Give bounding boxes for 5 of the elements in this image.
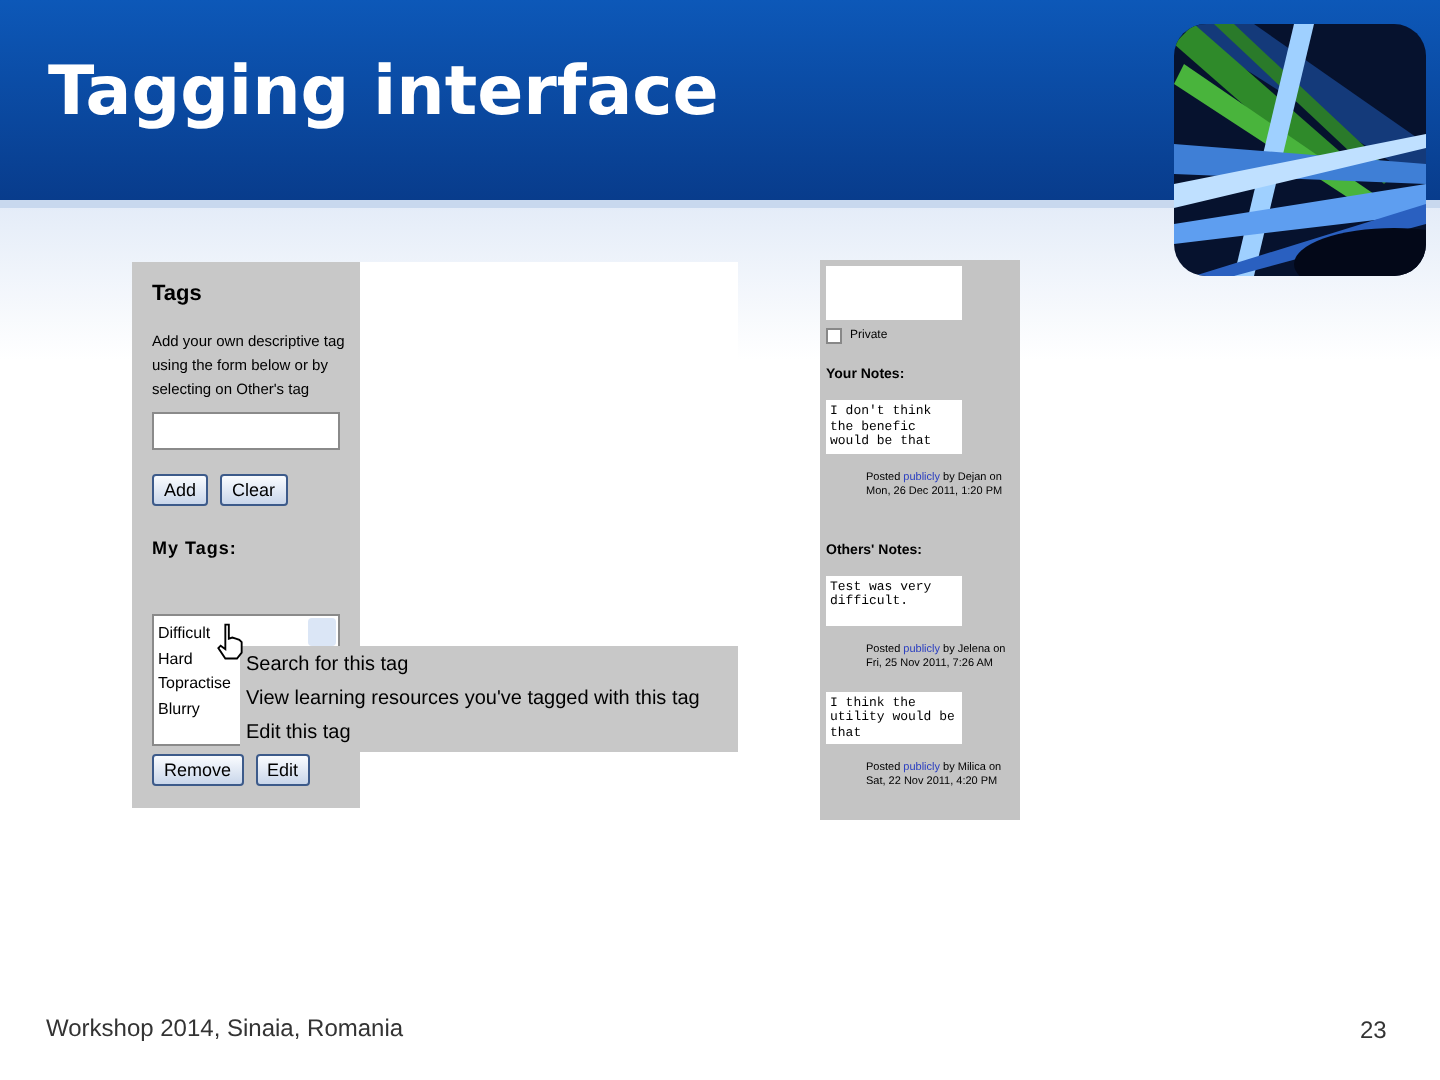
slide-title: Tagging interface	[48, 52, 719, 136]
page-number: 23	[1360, 1016, 1387, 1044]
my-tags-label: My Tags:	[152, 538, 239, 558]
footer-text: Workshop 2014, Sinaia, Romania	[46, 1014, 404, 1042]
panel-heading: Tags	[152, 282, 204, 306]
